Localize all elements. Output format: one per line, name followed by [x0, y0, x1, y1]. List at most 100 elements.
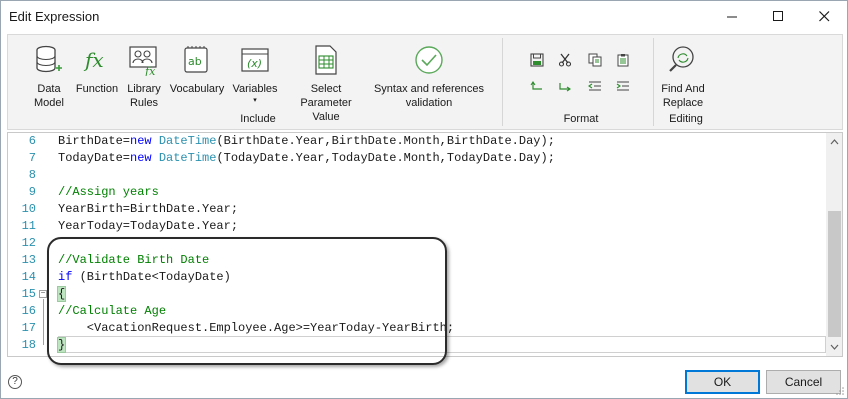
line-number: 16	[21, 304, 36, 318]
vocabulary-label: Vocabulary	[169, 83, 225, 95]
line-number: 6	[28, 134, 36, 148]
find-replace-icon	[666, 43, 700, 77]
cut-button[interactable]	[556, 51, 574, 69]
line-number: 8	[28, 168, 36, 182]
keyword-token: new	[130, 134, 152, 148]
code-text: TodayDate=new DateTime(TodayDate.Year,To…	[58, 150, 555, 167]
svg-text:fx: fx	[83, 48, 104, 72]
keyword-token: new	[130, 151, 152, 165]
help-icon[interactable]: ?	[8, 375, 22, 389]
select-parameter-value-button[interactable]: Select Parameter Value	[284, 35, 368, 123]
fold-toggle-icon[interactable]: −	[39, 290, 47, 298]
resize-grip-icon[interactable]	[835, 386, 845, 396]
cancel-button[interactable]: Cancel	[766, 370, 841, 394]
code-text: //Calculate Age	[58, 303, 166, 320]
scrollbar-thumb[interactable]	[828, 211, 841, 337]
group-separator	[502, 38, 503, 126]
editing-group-label: Editing	[669, 113, 703, 125]
copy-button[interactable]	[586, 51, 604, 69]
line-number: 9	[28, 185, 36, 199]
variables-x-icon: (x)	[238, 43, 272, 77]
code-line[interactable]: 6 BirthDate=new DateTime(BirthDate.Year,B…	[8, 133, 826, 150]
undo-button[interactable]	[528, 77, 546, 95]
ok-button[interactable]: OK	[685, 370, 760, 394]
line-number: 10	[21, 202, 36, 216]
line-number: 11	[21, 219, 36, 233]
minimize-button[interactable]	[709, 1, 755, 32]
comment-token: //Calculate Age	[58, 304, 167, 318]
code-line[interactable]: 7 TodayDate=new DateTime(TodayDate.Year,T…	[8, 150, 826, 167]
code-line[interactable]: 15 {−	[8, 286, 826, 303]
variables-label: Variables	[232, 83, 278, 95]
code-text: <VacationRequest.Employee.Age>=YearToday…	[58, 320, 454, 337]
minimize-icon	[726, 16, 737, 18]
find-replace-button[interactable]: Find And Replace	[658, 35, 708, 115]
scroll-up-icon	[830, 139, 839, 145]
syntax-validation-button[interactable]: Syntax and references validation	[372, 35, 486, 115]
function-label: Function	[75, 83, 119, 95]
code-line[interactable]: 8	[8, 167, 826, 184]
line-number: 17	[21, 321, 36, 335]
type-token: DateTime	[158, 134, 217, 148]
validation-check-icon	[412, 43, 446, 77]
data-model-button[interactable]: Data Model	[28, 35, 70, 115]
code-token: YearBirth=BirthDate.Year;	[58, 202, 239, 216]
library-rules-button[interactable]: fx Library Rules	[124, 35, 164, 115]
code-line[interactable]: 18}	[8, 337, 826, 354]
title-bar: Edit Expression	[1, 1, 847, 33]
vocabulary-button[interactable]: ab Vocabulary	[168, 35, 226, 115]
outdent-button[interactable]	[586, 77, 604, 95]
code-token: YearToday=TodayDate.Year;	[58, 219, 239, 233]
syntax-validation-label: Syntax and references validation	[373, 83, 485, 109]
code-line[interactable]: 17 <VacationRequest.Employee.Age>=YearTo…	[8, 320, 826, 337]
find-replace-label: Find And Replace	[661, 83, 705, 109]
code-token: (BirthDate.Year,BirthDate.Month,BirthDat…	[216, 134, 555, 148]
paste-icon	[617, 54, 629, 67]
edit-expression-dialog: Edit Expression Data Model fx Function f…	[0, 0, 848, 399]
indent-button[interactable]	[614, 77, 632, 95]
code-line[interactable]: 16 //Calculate Age	[8, 303, 826, 320]
code-line[interactable]: 12	[8, 235, 826, 252]
vertical-scrollbar[interactable]	[826, 133, 842, 356]
library-rules-label: Library Rules	[127, 83, 161, 109]
code-token: (TodayDate.Year,TodayDate.Month,TodayDat…	[216, 151, 555, 165]
variables-dropdown-button[interactable]: (x) Variables ▾	[230, 35, 280, 115]
function-button[interactable]: fx Function	[74, 35, 120, 115]
code-line[interactable]: 14 if (BirthDate<TodayDate)	[8, 269, 826, 286]
code-text: BirthDate=new DateTime(BirthDate.Year,Bi…	[58, 133, 555, 150]
paste-button[interactable]	[614, 51, 632, 69]
include-group-label: Include	[240, 113, 276, 125]
close-button[interactable]	[801, 1, 847, 32]
save-icon	[530, 53, 544, 67]
code-text: //Validate Birth Date	[58, 252, 209, 269]
code-token: BirthDate=	[58, 134, 131, 148]
maximize-button[interactable]	[755, 1, 801, 32]
scroll-down-icon	[830, 344, 839, 350]
comment-token: //Validate Birth Date	[58, 253, 210, 267]
line-number: 7	[28, 151, 36, 165]
redo-button[interactable]	[556, 77, 574, 95]
save-button[interactable]	[528, 51, 546, 69]
code-editor[interactable]: 6 BirthDate=new DateTime(BirthDate.Year,B…	[7, 132, 843, 357]
parameter-table-icon	[309, 43, 343, 77]
code-line[interactable]: 13 //Validate Birth Date	[8, 252, 826, 269]
code-token: (BirthDate<TodayDate)	[72, 270, 231, 284]
database-icon	[32, 43, 66, 77]
select-parameter-value-label: Select Parameter Value	[300, 83, 352, 123]
code-line[interactable]: 10 YearBirth=BirthDate.Year;	[8, 201, 826, 218]
line-number: 13	[21, 253, 36, 267]
maximize-icon	[772, 11, 783, 21]
outdent-icon	[588, 81, 601, 91]
close-icon	[818, 11, 829, 22]
code-line[interactable]: 11 YearToday=TodayDate.Year;	[8, 218, 826, 235]
code-text: if (BirthDate<TodayDate)	[58, 269, 231, 286]
window-title: Edit Expression	[9, 9, 100, 24]
code-line[interactable]: 9 //Assign years	[8, 184, 826, 201]
svg-text:fx: fx	[144, 65, 156, 76]
code-text: YearBirth=BirthDate.Year;	[58, 201, 238, 218]
code-text: YearToday=TodayDate.Year;	[58, 218, 238, 235]
redo-icon	[559, 83, 571, 92]
svg-text:ab: ab	[188, 55, 202, 68]
